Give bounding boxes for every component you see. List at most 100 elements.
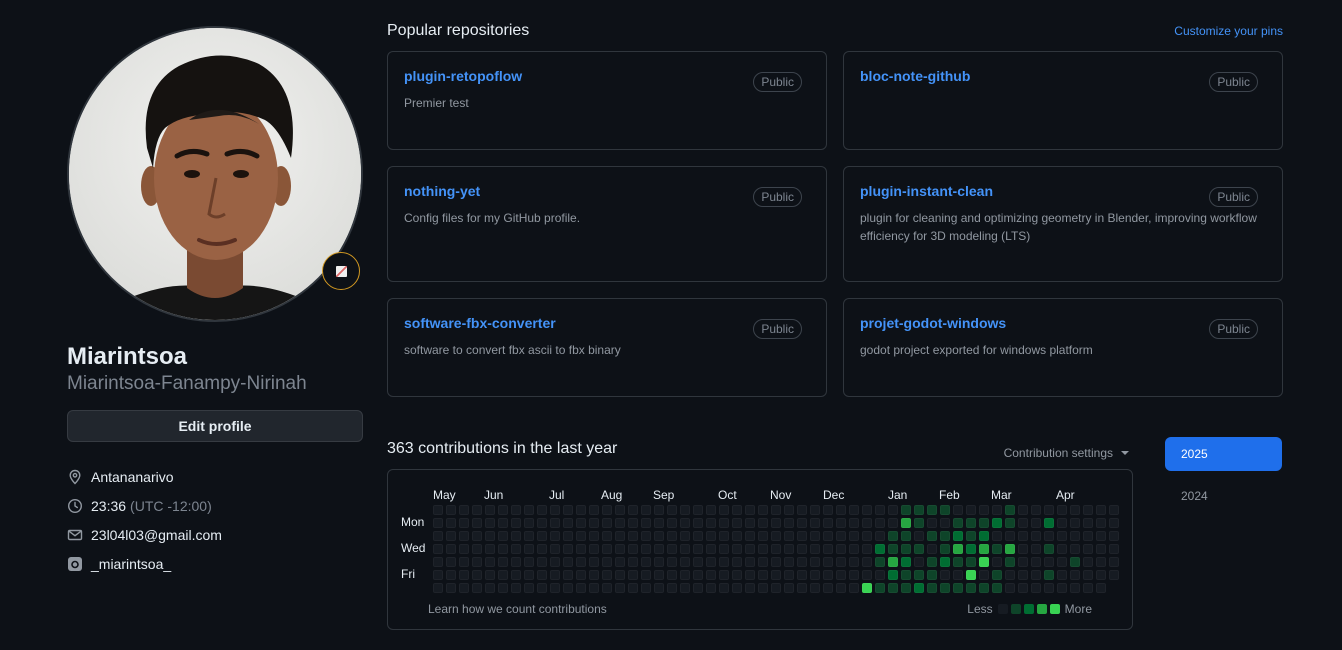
contribution-day-cell[interactable] (1044, 544, 1054, 554)
contribution-day-cell[interactable] (602, 531, 612, 541)
contribution-day-cell[interactable] (810, 518, 820, 528)
contribution-day-cell[interactable] (485, 583, 495, 593)
contribution-day-cell[interactable] (485, 570, 495, 580)
contribution-day-cell[interactable] (498, 570, 508, 580)
contribution-day-cell[interactable] (992, 570, 1002, 580)
contribution-day-cell[interactable] (654, 583, 664, 593)
contribution-day-cell[interactable] (537, 557, 547, 567)
contribution-day-cell[interactable] (888, 544, 898, 554)
contribution-day-cell[interactable] (849, 531, 859, 541)
contribution-day-cell[interactable] (966, 544, 976, 554)
contribution-day-cell[interactable] (927, 557, 937, 567)
contribution-day-cell[interactable] (836, 583, 846, 593)
contribution-day-cell[interactable] (940, 531, 950, 541)
contribution-day-cell[interactable] (875, 570, 885, 580)
contribution-day-cell[interactable] (680, 544, 690, 554)
contribution-day-cell[interactable] (498, 505, 508, 515)
learn-contributions-link[interactable]: Learn how we count contributions (428, 602, 607, 616)
contribution-day-cell[interactable] (797, 583, 807, 593)
contribution-day-cell[interactable] (862, 531, 872, 541)
contribution-day-cell[interactable] (628, 531, 638, 541)
contribution-day-cell[interactable] (1109, 557, 1119, 567)
contribution-day-cell[interactable] (615, 583, 625, 593)
contribution-day-cell[interactable] (1057, 505, 1067, 515)
contribution-day-cell[interactable] (732, 583, 742, 593)
contribution-day-cell[interactable] (615, 570, 625, 580)
contribution-day-cell[interactable] (914, 505, 924, 515)
contribution-day-cell[interactable] (849, 557, 859, 567)
contribution-day-cell[interactable] (758, 544, 768, 554)
contribution-day-cell[interactable] (550, 531, 560, 541)
repo-link[interactable]: nothing-yet (404, 183, 810, 199)
contribution-day-cell[interactable] (992, 557, 1002, 567)
contribution-day-cell[interactable] (797, 518, 807, 528)
contribution-day-cell[interactable] (511, 557, 521, 567)
contribution-day-cell[interactable] (433, 570, 443, 580)
contribution-day-cell[interactable] (615, 518, 625, 528)
customize-pins-link[interactable]: Customize your pins (1174, 24, 1283, 38)
contribution-day-cell[interactable] (901, 518, 911, 528)
contribution-day-cell[interactable] (1044, 505, 1054, 515)
contribution-day-cell[interactable] (758, 531, 768, 541)
contribution-day-cell[interactable] (1018, 505, 1028, 515)
contribution-day-cell[interactable] (1018, 518, 1028, 528)
contribution-day-cell[interactable] (1083, 570, 1093, 580)
contribution-day-cell[interactable] (680, 518, 690, 528)
contribution-day-cell[interactable] (602, 518, 612, 528)
contribution-day-cell[interactable] (888, 583, 898, 593)
contribution-day-cell[interactable] (667, 544, 677, 554)
contribution-day-cell[interactable] (433, 518, 443, 528)
contribution-day-cell[interactable] (511, 544, 521, 554)
contribution-day-cell[interactable] (1005, 570, 1015, 580)
contribution-day-cell[interactable] (485, 518, 495, 528)
contribution-day-cell[interactable] (1005, 583, 1015, 593)
contribution-day-cell[interactable] (1044, 531, 1054, 541)
contribution-day-cell[interactable] (1031, 570, 1041, 580)
contribution-day-cell[interactable] (1031, 583, 1041, 593)
contribution-day-cell[interactable] (966, 557, 976, 567)
contribution-day-cell[interactable] (849, 505, 859, 515)
contribution-day-cell[interactable] (1096, 544, 1106, 554)
contribution-day-cell[interactable] (901, 544, 911, 554)
contribution-day-cell[interactable] (927, 531, 937, 541)
contribution-day-cell[interactable] (927, 518, 937, 528)
contribution-day-cell[interactable] (745, 505, 755, 515)
contribution-day-cell[interactable] (641, 531, 651, 541)
contribution-day-cell[interactable] (849, 583, 859, 593)
contribution-day-cell[interactable] (628, 505, 638, 515)
contribution-day-cell[interactable] (706, 583, 716, 593)
repo-link[interactable]: plugin-instant-clean (860, 183, 1266, 199)
contribution-day-cell[interactable] (563, 505, 573, 515)
contribution-day-cell[interactable] (1083, 518, 1093, 528)
contribution-day-cell[interactable] (706, 518, 716, 528)
contribution-day-cell[interactable] (615, 544, 625, 554)
contribution-day-cell[interactable] (472, 531, 482, 541)
contribution-day-cell[interactable] (1109, 544, 1119, 554)
contribution-day-cell[interactable] (1005, 544, 1015, 554)
contribution-day-cell[interactable] (498, 531, 508, 541)
contribution-day-cell[interactable] (758, 570, 768, 580)
contribution-day-cell[interactable] (550, 505, 560, 515)
contribution-day-cell[interactable] (446, 557, 456, 567)
contribution-day-cell[interactable] (485, 544, 495, 554)
contribution-day-cell[interactable] (576, 544, 586, 554)
contribution-day-cell[interactable] (992, 505, 1002, 515)
contribution-day-cell[interactable] (745, 570, 755, 580)
contribution-day-cell[interactable] (797, 505, 807, 515)
contribution-day-cell[interactable] (1018, 544, 1028, 554)
contribution-day-cell[interactable] (875, 544, 885, 554)
contribution-day-cell[interactable] (446, 583, 456, 593)
contribution-day-cell[interactable] (498, 518, 508, 528)
contribution-day-cell[interactable] (459, 544, 469, 554)
contribution-day-cell[interactable] (823, 505, 833, 515)
contribution-day-cell[interactable] (797, 570, 807, 580)
contribution-day-cell[interactable] (485, 557, 495, 567)
contribution-day-cell[interactable] (758, 583, 768, 593)
contribution-day-cell[interactable] (693, 557, 703, 567)
contribution-day-cell[interactable] (1018, 583, 1028, 593)
contribution-day-cell[interactable] (1005, 505, 1015, 515)
contribution-day-cell[interactable] (875, 583, 885, 593)
contribution-day-cell[interactable] (654, 531, 664, 541)
contribution-day-cell[interactable] (719, 531, 729, 541)
contribution-day-cell[interactable] (654, 544, 664, 554)
